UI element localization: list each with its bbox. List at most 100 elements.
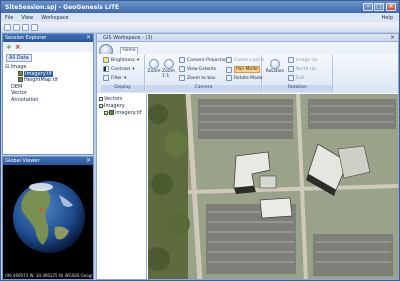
rotate-icon <box>226 75 232 81</box>
new-icon[interactable] <box>4 23 11 31</box>
image-up-label: Image Up <box>296 57 318 63</box>
tree-node-vector[interactable]: Vector <box>5 90 58 97</box>
zoom-box-icon <box>179 75 185 81</box>
earth-globe-icon <box>13 181 85 253</box>
save-icon[interactable] <box>22 23 29 31</box>
refresh-icon[interactable] <box>31 23 38 31</box>
brightness-button[interactable]: Brightness ▾ <box>103 57 139 63</box>
menu-file[interactable]: File <box>5 15 13 21</box>
camera-projection-button[interactable]: Camera Projection <box>179 57 228 63</box>
zoom-actual-icon <box>164 59 174 69</box>
workspace-title: GIS Workspace - (3) <box>103 35 153 41</box>
session-explorer-header: Session Explorer × <box>3 34 93 42</box>
globe-viewport[interactable] <box>3 165 93 279</box>
camera-projection-label: Camera Projection <box>187 57 229 63</box>
application-window: SiteSession.spj - GeoGenesis LITE – □ × … <box>0 0 400 281</box>
menu-view[interactable]: View <box>21 15 33 21</box>
checkbox[interactable] <box>99 96 103 101</box>
title-bar: SiteSession.spj - GeoGenesis LITE – □ × <box>1 1 399 13</box>
all-data-filter[interactable]: All Data <box>6 54 32 62</box>
zoom-icon <box>149 59 159 69</box>
session-explorer-toolbar: + × <box>3 42 93 52</box>
layer-node-vectors[interactable]: Vectors <box>99 96 146 103</box>
pan-hand-icon <box>226 66 232 73</box>
tree-label-heightmap: HeightMap.tif <box>24 77 58 84</box>
zoom-11-label: Zoom 1:1 <box>162 69 175 79</box>
contrast-label: Contrast <box>111 66 131 72</box>
menu-workspace[interactable]: Workspace <box>41 15 68 21</box>
filter-icon <box>103 75 109 81</box>
edit-icon <box>288 75 294 81</box>
camera-group-label: Camera <box>146 85 261 92</box>
close-panel-icon[interactable]: × <box>86 34 91 41</box>
raster-icon <box>18 77 23 83</box>
remove-icon[interactable]: × <box>15 43 21 51</box>
layer-label-imagery: Imagery <box>104 103 125 109</box>
tree-node-heightmap[interactable]: HeightMap.tif <box>5 77 58 84</box>
north-up-button[interactable]: North Up <box>288 66 316 72</box>
maximize-button[interactable]: □ <box>374 3 384 11</box>
contrast-button[interactable]: Contrast ▾ <box>103 66 135 72</box>
zoom-label: Zoom <box>147 69 161 74</box>
session-explorer-title: Session Explorer <box>5 35 47 41</box>
brightness-icon <box>103 57 109 63</box>
layer-label-imagery-file: imagery.tif <box>115 110 142 116</box>
brightness-label: Brightness <box>111 57 135 63</box>
image-up-button[interactable]: Image Up <box>288 57 318 63</box>
rotation-group: Rotation Image Up North Up Edit Rotation <box>263 55 333 92</box>
tree-label-dem: DEM <box>11 83 23 90</box>
global-viewer-title: Global Viewer <box>5 158 40 164</box>
tree-label-image: Image <box>10 64 27 70</box>
checkbox[interactable] <box>99 103 103 108</box>
add-icon[interactable]: + <box>6 43 12 51</box>
extents-icon <box>179 66 185 72</box>
rotation-button[interactable]: Rotation <box>265 59 285 74</box>
global-viewer-header: Global Viewer × <box>3 157 93 165</box>
filter-button[interactable]: Filter ▾ <box>103 75 126 81</box>
open-icon[interactable] <box>13 23 20 31</box>
map-view[interactable] <box>148 94 398 279</box>
tree-label-annotation: Annotation <box>11 96 39 103</box>
tab-home[interactable]: Home <box>120 47 138 54</box>
pitch-icon <box>226 57 232 63</box>
coordinate-readout: (96.466973 W, 34.466225 N) WGS84 Geograp <box>3 272 93 279</box>
tree-node-dem[interactable]: DEM <box>5 84 58 91</box>
camera-pitch-label: Camera pitch <box>234 57 265 63</box>
raster-icon <box>18 70 23 76</box>
rotate-mode-label: Rotate Mode <box>234 75 263 81</box>
close-workspace-icon[interactable]: × <box>390 34 395 42</box>
edit-button[interactable]: Edit <box>288 75 305 81</box>
checkbox[interactable] <box>104 110 108 115</box>
zoom-button[interactable]: Zoom <box>147 59 161 74</box>
layer-node-imagery-file[interactable]: imagery.tif <box>99 110 146 117</box>
view-extents-button[interactable]: View Extents <box>179 66 216 72</box>
tree-node-image[interactable]: ⊟ Image <box>5 64 58 71</box>
edit-label: Edit <box>296 75 305 81</box>
tree-node-annotation[interactable]: Annotation <box>5 97 58 104</box>
camera-pitch-button[interactable]: Camera pitch <box>226 57 264 63</box>
minimize-button[interactable]: – <box>363 3 373 11</box>
session-explorer-panel: Session Explorer × + × All Data ⊟ Image … <box>2 33 94 155</box>
tree-node-imagery[interactable]: Imagery.tif <box>5 70 58 78</box>
menu-help[interactable]: Help <box>382 15 393 21</box>
layer-list: Vectors Imagery imagery.tif <box>97 94 147 279</box>
zoom-11-button[interactable]: Zoom 1:1 <box>162 59 176 79</box>
rotation-label: Rotation <box>265 69 285 74</box>
tree-label-imagery: Imagery.tif <box>24 70 53 77</box>
rotation-group-label: Rotation <box>263 85 332 92</box>
close-window-button[interactable]: × <box>386 3 396 11</box>
compass-icon <box>270 59 280 69</box>
rotate-mode-button[interactable]: Rotate Mode <box>226 75 262 81</box>
menu-bar: File View Workspace Help <box>1 13 399 22</box>
aerial-imagery <box>148 94 398 279</box>
zoom-to-box-button[interactable]: Zoom to box <box>179 75 216 81</box>
display-group: Brightness ▾ Contrast ▾ Filter ▾ Display <box>101 55 145 92</box>
contrast-icon <box>103 66 109 72</box>
pan-mode-button[interactable]: Pan Mode <box>226 66 260 73</box>
layer-node-imagery[interactable]: Imagery <box>99 103 146 110</box>
filter-label: Filter <box>111 75 123 81</box>
raster-icon <box>109 110 114 115</box>
gis-workspace: GIS Workspace - (3) × Home Brightness ▾ … <box>96 33 399 280</box>
close-panel-icon[interactable]: × <box>86 157 91 164</box>
workspace-title-bar: GIS Workspace - (3) × <box>97 34 398 42</box>
